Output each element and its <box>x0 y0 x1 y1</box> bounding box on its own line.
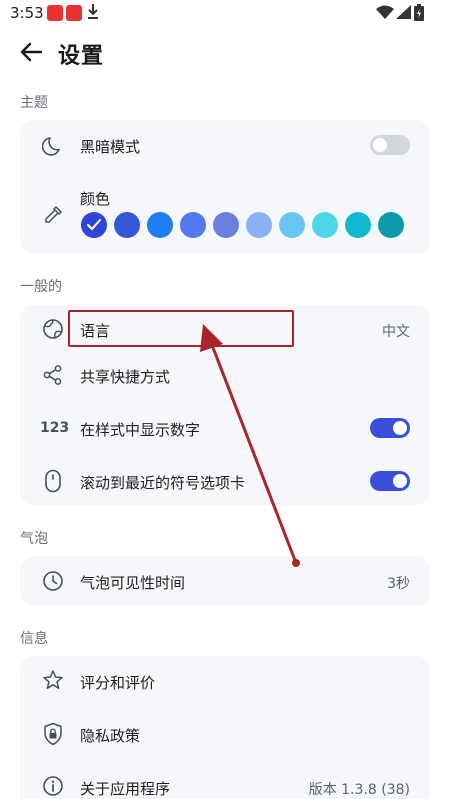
annotation-arrow <box>200 324 300 567</box>
